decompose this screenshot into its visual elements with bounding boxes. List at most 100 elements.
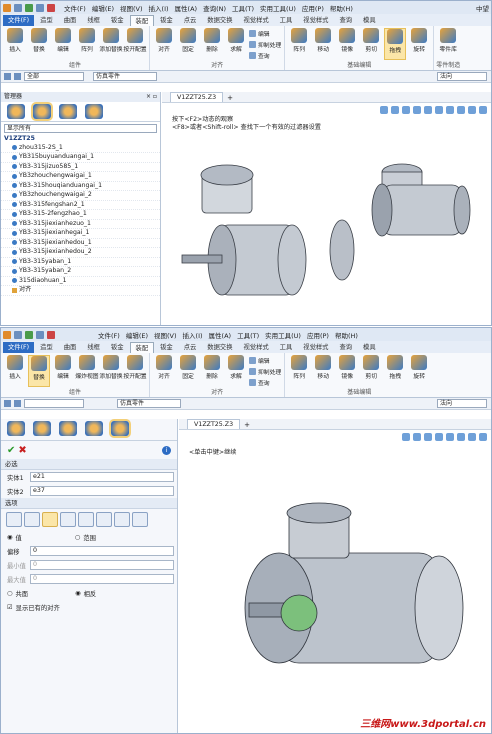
menu-utility[interactable]: 实用工具(U) — [260, 3, 296, 13]
tab-11[interactable]: 视觉样式 — [298, 342, 333, 353]
display-filter[interactable]: 显示所有 — [4, 124, 157, 133]
tree-item[interactable]: YB3-315houqianduangai_1 — [1, 182, 160, 191]
view-icon[interactable] — [457, 432, 465, 441]
solve-button[interactable]: 求解 — [225, 28, 247, 60]
menu-edit[interactable]: 编辑(E) — [126, 330, 148, 340]
normal-combo[interactable]: 法向 — [437, 399, 487, 408]
tab-file[interactable]: 文件(F) — [3, 15, 35, 26]
layer-tab-icon[interactable] — [85, 104, 103, 119]
replace-button[interactable]: 替换 — [28, 355, 50, 387]
view-icon[interactable] — [446, 105, 454, 114]
tab-2[interactable]: 曲面 — [59, 342, 82, 353]
solve-button[interactable]: 求解 — [225, 355, 247, 387]
viewport[interactable]: V1ZZT25.Z3 + <单击中键>继续 — [179, 419, 491, 733]
tree-item[interactable]: zhou315-2S_1 — [1, 144, 160, 153]
align-button[interactable]: 对齐 — [153, 28, 175, 60]
tab-6[interactable]: 钣金 — [155, 15, 178, 26]
drag-button[interactable]: 拖拽 — [384, 28, 407, 60]
normal-combo[interactable]: 法向 — [437, 72, 487, 81]
search-combo[interactable]: 仿真零件 — [117, 399, 181, 408]
edit-button[interactable]: 编辑 — [52, 355, 74, 387]
view-icon[interactable] — [424, 432, 432, 441]
tab-assembly[interactable]: 装配 — [129, 342, 155, 353]
pick-icon[interactable] — [4, 400, 11, 407]
tab-10[interactable]: 工具 — [275, 342, 298, 353]
app-icon[interactable] — [3, 3, 11, 12]
view-icon[interactable] — [468, 432, 476, 441]
small-query-button[interactable]: 查询 — [249, 51, 281, 60]
pattern-button[interactable]: 阵列 — [288, 28, 310, 60]
tangent-icon[interactable] — [24, 512, 40, 527]
search-combo[interactable]: 仿真零件 — [93, 72, 157, 81]
tab-2[interactable]: 曲面 — [59, 15, 82, 26]
menu-insert[interactable]: 插入(I) — [149, 3, 169, 13]
new-icon[interactable] — [14, 330, 22, 339]
menu-tools[interactable]: 工具(T) — [232, 3, 254, 13]
tab-1[interactable]: 造型 — [35, 15, 58, 26]
tab-3[interactable]: 线框 — [82, 15, 105, 26]
view-icon[interactable] — [402, 105, 410, 114]
tab-file[interactable]: 文件(F) — [3, 342, 35, 353]
menu-apps[interactable]: 应用(P) — [302, 3, 324, 13]
open-icon[interactable] — [25, 3, 33, 12]
menu-utility[interactable]: 实用工具(U) — [265, 330, 301, 340]
delete-button[interactable]: 删除 — [201, 355, 223, 387]
save-icon[interactable] — [36, 3, 44, 12]
tab-7[interactable]: 点云 — [179, 15, 202, 26]
mirror-button[interactable]: 镜像 — [336, 355, 358, 387]
view-icon[interactable] — [435, 432, 443, 441]
filter-icon[interactable] — [14, 73, 21, 80]
tab-13[interactable]: 模具 — [358, 15, 381, 26]
tree-item[interactable]: 315diaohuan_1 — [1, 277, 160, 286]
max-field[interactable]: 0 — [30, 574, 174, 584]
selection-filter[interactable]: 全部 — [24, 72, 84, 81]
tab-1[interactable]: 造型 — [35, 342, 58, 353]
move-button[interactable]: 移动 — [312, 28, 334, 60]
view-icon[interactable] — [479, 432, 487, 441]
menu-view[interactable]: 视图(V) — [120, 3, 143, 13]
tab-8[interactable]: 数据交换 — [202, 15, 237, 26]
show-align-checkbox[interactable]: ☑ — [7, 604, 13, 611]
align-button[interactable]: 对齐 — [153, 355, 175, 387]
menu-apps[interactable]: 应用(P) — [307, 330, 329, 340]
fix-button[interactable]: 固定 — [177, 28, 199, 60]
tab-6[interactable]: 钣金 — [155, 342, 178, 353]
tree-item[interactable]: YB3-315fengshan2_1 — [1, 201, 160, 210]
required-section[interactable]: 必选 — [1, 459, 177, 470]
coplanar-radio[interactable]: ○ — [7, 590, 13, 597]
undo-icon[interactable] — [47, 3, 55, 12]
view-icon[interactable] — [380, 105, 388, 114]
cancel-icon[interactable]: ✖ — [18, 445, 26, 456]
config-button[interactable]: 按开配置 — [123, 28, 147, 60]
menu-file[interactable]: 文件(F) — [98, 330, 120, 340]
tab-8[interactable]: 数据交换 — [202, 342, 237, 353]
tab-9[interactable]: 视觉样式 — [238, 15, 273, 26]
offset-field[interactable]: 0 — [30, 546, 174, 556]
part-lib-button[interactable]: 零件库 — [437, 28, 459, 60]
save-icon[interactable] — [36, 330, 44, 339]
coincident-icon[interactable] — [6, 512, 22, 527]
new-icon[interactable] — [14, 3, 22, 12]
explode-view-button[interactable]: 爆炸视图 — [75, 355, 99, 387]
document-tab[interactable]: V1ZZT25.Z3 — [187, 419, 241, 429]
options-section[interactable]: 选项 — [1, 498, 177, 509]
tab-3[interactable]: 线框 — [82, 342, 105, 353]
history-tab-icon[interactable] — [7, 421, 25, 436]
tab-10[interactable]: 工具 — [275, 15, 298, 26]
tree-root[interactable]: V1ZZT25 — [1, 135, 160, 144]
insert-button[interactable]: 插入 — [4, 28, 26, 60]
view-icon[interactable] — [446, 432, 454, 441]
config-button[interactable]: 按开配置 — [123, 355, 147, 387]
menu-help[interactable]: 帮助(H) — [335, 330, 358, 340]
assembly-tab-icon[interactable] — [33, 421, 51, 436]
ok-icon[interactable]: ✔ — [7, 445, 15, 456]
tab-7[interactable]: 点云 — [179, 342, 202, 353]
edit-button[interactable]: 编辑 — [52, 28, 74, 60]
tab-12[interactable]: 查询 — [334, 15, 357, 26]
drag-button[interactable]: 拖拽 — [384, 355, 406, 387]
menu-query[interactable]: 查询(N) — [203, 3, 226, 13]
tab-11[interactable]: 视觉样式 — [298, 15, 333, 26]
small-edit-button[interactable]: 编辑 — [249, 29, 281, 38]
view-icon[interactable] — [413, 432, 421, 441]
delete-button[interactable]: 删除 — [201, 28, 223, 60]
